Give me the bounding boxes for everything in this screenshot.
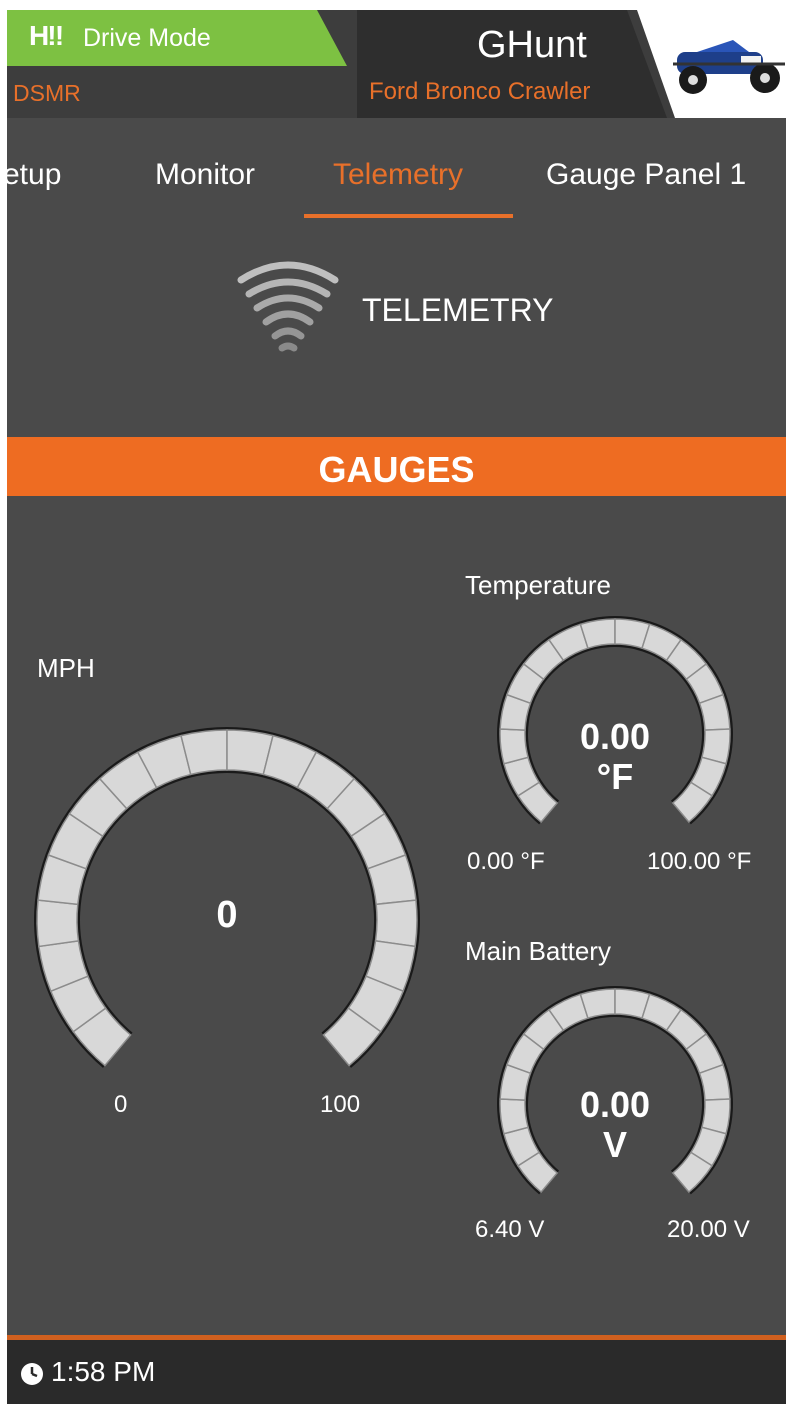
active-tab-indicator [304, 214, 513, 218]
app-screen: H‼ Drive Mode DSMR GHunt Ford Bronco Cra… [7, 10, 786, 1404]
mph-label: MPH [37, 653, 95, 683]
tab-gauge-panel-1[interactable]: Gauge Panel 1 [546, 158, 746, 192]
telemetry-title: TELEMETRY [362, 292, 554, 328]
battery-max-label: 20.00 V [667, 1216, 750, 1243]
battery-unit: V [602, 1124, 627, 1165]
mph-max-label: 100 [320, 1091, 361, 1118]
model-name: GHunt [477, 24, 587, 66]
mph-min-label: 0 [114, 1091, 128, 1118]
status-bar: 1:58 PM [7, 1340, 786, 1404]
mph-value: 0 [216, 894, 238, 936]
gear-shift-icon: H‼ [29, 20, 64, 51]
tab-bar: etup Monitor Telemetry Gauge Panel 1 [7, 118, 786, 226]
clock-icon [21, 1363, 43, 1385]
gauge-segment [499, 1098, 529, 1135]
gauge-segment [374, 899, 418, 948]
telemetry-signal-icon [237, 261, 339, 352]
model-type-label: DSMR [13, 80, 81, 106]
tab-telemetry[interactable]: Telemetry [333, 158, 463, 192]
gauges-banner: GAUGES [7, 437, 786, 496]
temperature-value: 0.00 [579, 716, 651, 757]
drive-mode-label: Drive Mode [83, 24, 211, 52]
vehicle-name: Ford Bronco Crawler [369, 78, 591, 105]
clock-time: 1:58 PM [51, 1356, 156, 1387]
gauge-segment [499, 728, 529, 765]
temperature-unit: °F [596, 756, 634, 797]
tab-monitor[interactable]: Monitor [155, 158, 255, 192]
header: H‼ Drive Mode DSMR GHunt Ford Bronco Cra… [7, 10, 786, 118]
gauge-segment [36, 899, 80, 948]
battery-label: Main Battery [465, 936, 611, 966]
temperature-label: Temperature [465, 570, 611, 600]
temperature-min-label: 0.00 °F [467, 848, 545, 875]
gauges-heading: GAUGES [318, 449, 475, 490]
battery-value: 0.00 [579, 1084, 651, 1125]
battery-min-label: 6.40 V [475, 1216, 545, 1243]
tab-setup[interactable]: etup [7, 158, 61, 192]
temperature-max-label: 100.00 °F [647, 848, 752, 875]
